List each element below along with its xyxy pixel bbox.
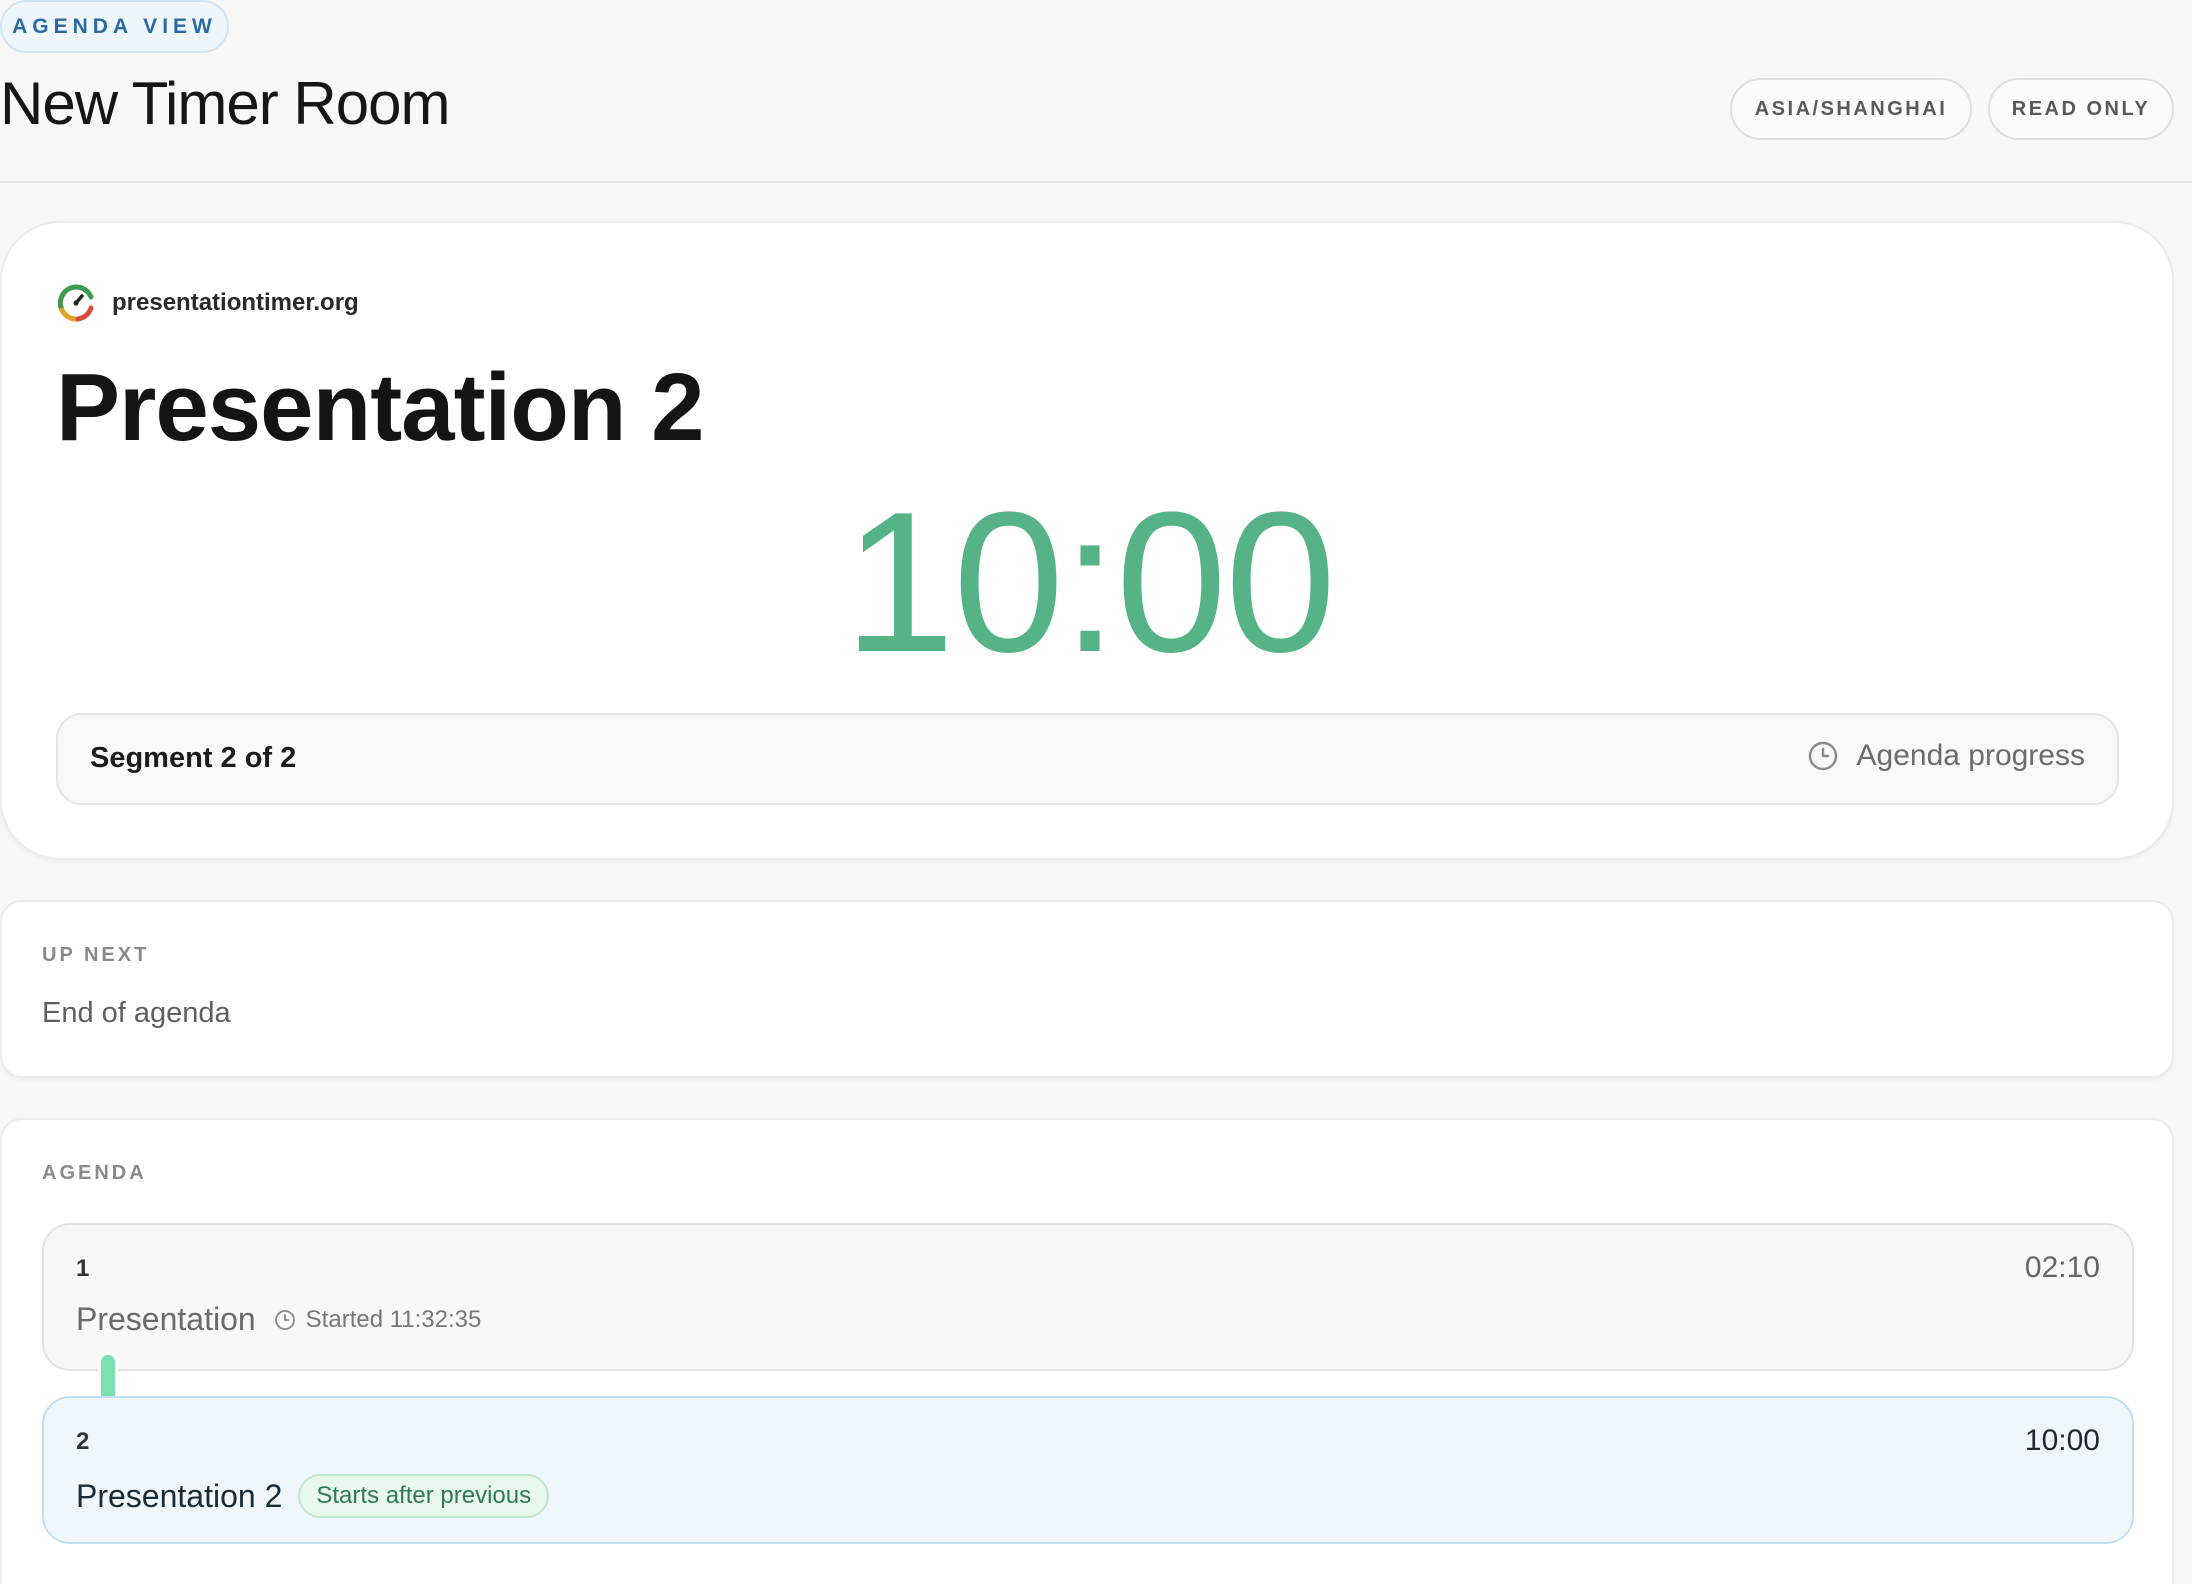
agenda-item-name: Presentation: [76, 1301, 256, 1337]
agenda-item-1[interactable]: 1 02:10 Presentation Started 11:32:35: [42, 1223, 2134, 1371]
agenda-item-row: Presentation 2 Starts after previous: [76, 1474, 550, 1518]
brand[interactable]: presentationtimer.org: [56, 283, 359, 323]
start-mode-badge: Starts after previous: [298, 1474, 550, 1518]
agenda-item-2[interactable]: 2 10:00 Presentation 2 Starts after prev…: [42, 1396, 2134, 1544]
timezone-badge[interactable]: ASIA/SHANGHAI: [1730, 78, 1972, 140]
room-title: New Timer Room: [0, 70, 450, 137]
agenda-card: AGENDA 1 02:10 Presentation Started 11:3…: [0, 1118, 2174, 1584]
brand-logo-icon: [57, 284, 94, 322]
up-next-card: UP NEXT End of agenda: [0, 900, 2174, 1078]
agenda-progress-button[interactable]: Agenda progress: [1807, 739, 2086, 773]
clock-icon: [274, 1309, 295, 1330]
up-next-label: UP NEXT: [42, 944, 150, 966]
agenda-progress-label: Agenda progress: [1856, 739, 2086, 772]
clock-icon: [1808, 741, 1837, 771]
agenda-label: AGENDA: [42, 1162, 147, 1184]
header-divider: [0, 181, 2192, 183]
agenda-item-started-text: Started 11:32:35: [305, 1305, 482, 1333]
agenda-item-index: 2: [76, 1428, 90, 1455]
countdown-display: 10:00: [843, 471, 1337, 694]
agenda-item-duration: 02:10: [2024, 1251, 2100, 1284]
agenda-item-name: Presentation 2: [76, 1477, 283, 1514]
timer-card: presentationtimer.org Presentation 2 10:…: [0, 221, 2174, 860]
segment-status-bar: Segment 2 of 2 Agenda progress: [56, 713, 2119, 805]
current-segment-title: Presentation 2: [56, 354, 705, 461]
agenda-item-started: Started 11:32:35: [274, 1305, 482, 1334]
agenda-item-duration: 10:00: [2024, 1424, 2100, 1457]
segment-counter: Segment 2 of 2: [90, 742, 297, 774]
read-only-badge: READ ONLY: [1988, 78, 2174, 140]
agenda-item-index: 1: [76, 1255, 90, 1282]
up-next-value: End of agenda: [42, 997, 231, 1029]
agenda-item-row: Presentation Started 11:32:35: [76, 1301, 481, 1338]
view-mode-chip: AGENDA VIEW: [0, 0, 229, 53]
agenda-view-page: AGENDA VIEW New Timer Room ASIA/SHANGHAI…: [0, 0, 2192, 1584]
brand-name: presentationtimer.org: [112, 289, 359, 316]
